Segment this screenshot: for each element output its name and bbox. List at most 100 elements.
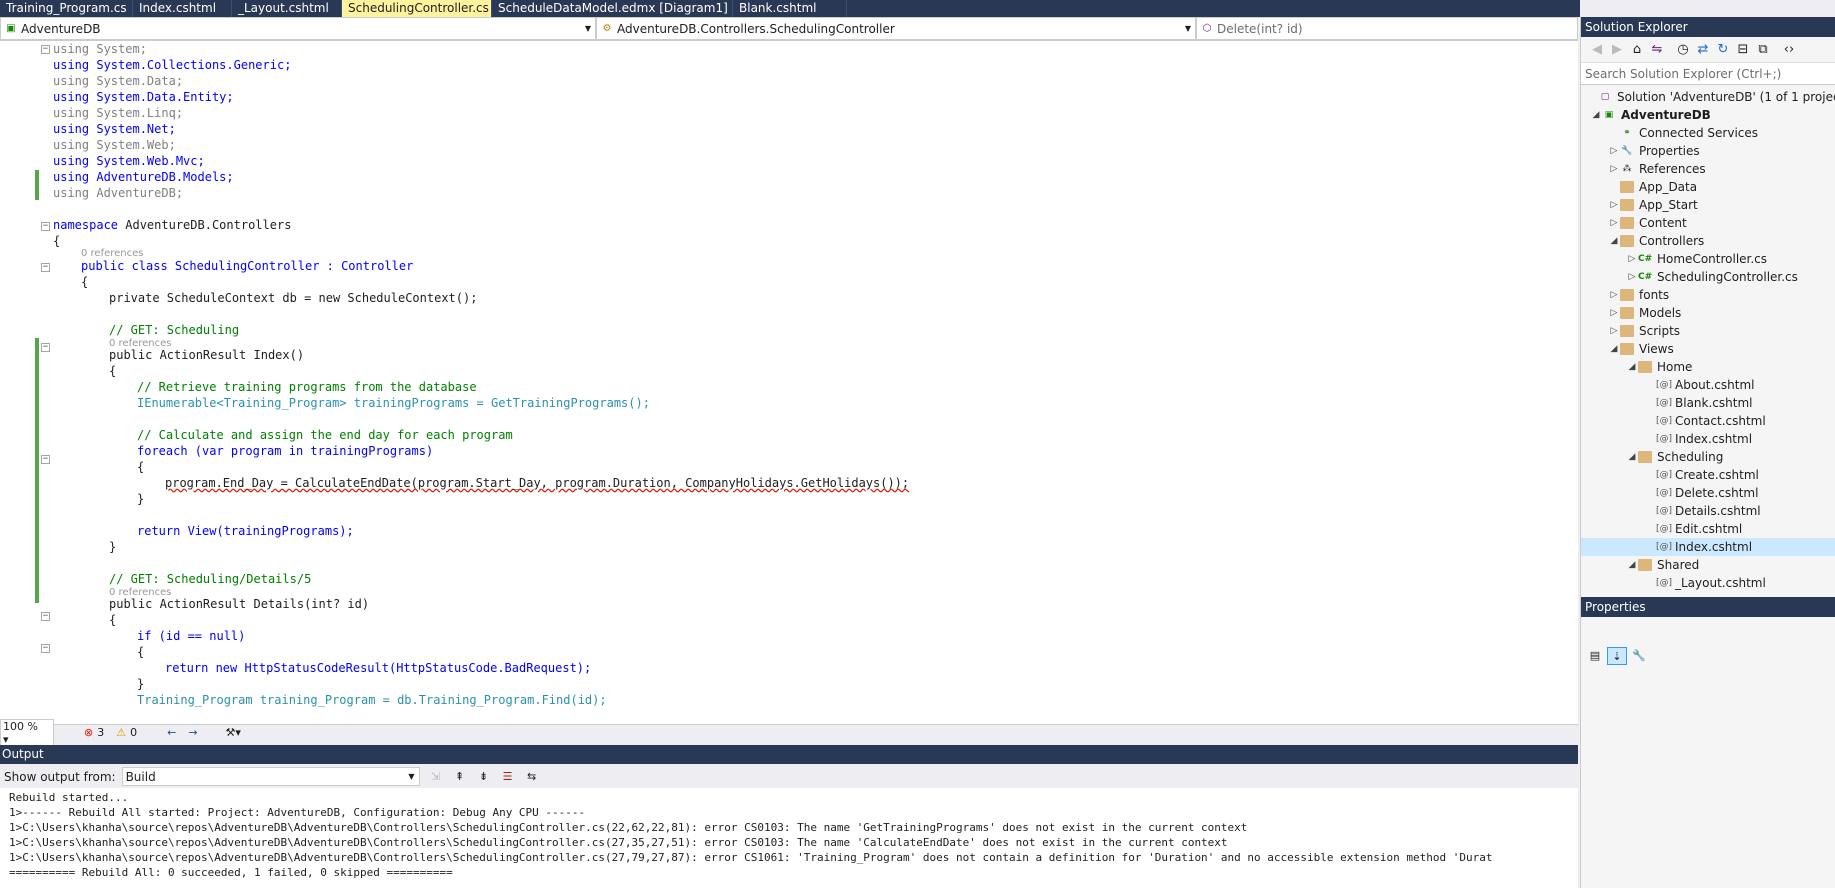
tree-node-layout-cshtml[interactable]: [@] _Layout.cshtml <box>1644 574 1766 592</box>
tree-node-app-data[interactable]: App_Data <box>1608 178 1697 196</box>
tree-node-contact-cshtml[interactable]: [@] Contact.cshtml <box>1644 412 1766 430</box>
code-editor[interactable]: − − − − − − − using System; using System… <box>0 41 1578 724</box>
collapsed-icon[interactable]: ▷ <box>1608 160 1620 178</box>
collapsed-icon[interactable]: ▷ <box>1626 268 1638 286</box>
tree-node-blank-cshtml[interactable]: [@] Blank.cshtml <box>1644 394 1752 412</box>
tree-node-references[interactable]: ▷ ⁂ References <box>1608 160 1706 178</box>
navigation-bar: ▣ AdventureDB ▼ ⚙ AdventureDB.Controller… <box>0 17 1578 41</box>
expanded-icon[interactable]: ◢ <box>1626 358 1638 376</box>
tree-node-delete-cshtml[interactable]: [@] Delete.cshtml <box>1644 484 1758 502</box>
warning-icon[interactable]: ⚠ <box>116 726 126 739</box>
brush-icon[interactable]: ⚒▾ <box>226 726 241 739</box>
expanded-icon[interactable]: ◢ <box>1608 232 1620 250</box>
tree-node-label: HomeController.cs <box>1657 252 1768 266</box>
tree-node-views-home[interactable]: ◢ Home <box>1626 358 1693 376</box>
go-to-location-icon[interactable]: ⇲ <box>428 769 444 785</box>
collapsed-icon[interactable]: ▷ <box>1608 196 1620 214</box>
output-text[interactable]: Rebuild started... 1>------ Rebuild All … <box>0 788 1578 888</box>
switch-views-icon[interactable]: ⇋ <box>1647 42 1667 57</box>
razor-file-icon: [@] <box>1656 398 1673 408</box>
tree-node-create-cshtml[interactable]: [@] Create.cshtml <box>1644 466 1759 484</box>
solution-icon: ▢ <box>1600 92 1610 102</box>
code-line: using System.Web.Mvc; <box>0 153 1578 169</box>
folder-open-icon <box>1638 451 1652 463</box>
tab-blank-cshtml[interactable]: Blank.cshtml <box>733 0 847 17</box>
show-all-files-icon[interactable]: ⧉ <box>1753 42 1773 57</box>
tree-node-home-controller[interactable]: ▷ C# HomeController.cs <box>1626 250 1768 268</box>
tab-label: Index.cshtml <box>139 1 217 15</box>
sync-icon[interactable]: ⇄ <box>1693 42 1713 57</box>
word-wrap-icon[interactable]: ⇆ <box>524 769 540 785</box>
tree-node-fonts[interactable]: ▷ fonts <box>1608 286 1670 304</box>
tree-node-views-shared[interactable]: ◢ Shared <box>1626 556 1700 574</box>
tree-node-models[interactable]: ▷ Models <box>1608 304 1682 322</box>
tree-node-home-index-cshtml[interactable]: [@] Index.cshtml <box>1644 430 1752 448</box>
error-icon[interactable]: ⊗ <box>84 726 93 739</box>
output-line: 1>C:\Users\khanha\source\repos\Adventure… <box>9 851 1493 864</box>
collapsed-icon[interactable]: ▷ <box>1626 250 1638 268</box>
expanded-icon[interactable]: ◢ <box>1626 556 1638 574</box>
collapse-all-icon[interactable]: ⊟ <box>1733 42 1753 57</box>
tree-node-about-cshtml[interactable]: [@] About.cshtml <box>1644 376 1754 394</box>
razor-file-icon: [@] <box>1656 578 1673 588</box>
code-line: { <box>109 613 117 627</box>
class-dropdown[interactable]: ⚙ AdventureDB.Controllers.SchedulingCont… <box>596 17 1196 40</box>
collapsed-icon[interactable]: ▷ <box>1608 142 1620 160</box>
tree-node-solution[interactable]: ▢ Solution 'AdventureDB' (1 of 1 project) <box>1586 88 1835 106</box>
tab-schedule-data-model-edmx[interactable]: ScheduleDataModel.edmx [Diagram1] <box>492 0 733 17</box>
member-dropdown[interactable]: ⬡ Delete(int? id) <box>1196 17 1578 40</box>
references-icon: ⁂ <box>1622 164 1632 174</box>
tree-node-controllers[interactable]: ◢ Controllers <box>1608 232 1705 250</box>
tab-layout-cshtml[interactable]: _Layout.cshtml <box>232 0 342 17</box>
folder-open-icon <box>1638 559 1652 571</box>
tab-scheduling-controller-cs[interactable]: SchedulingController.cs⊸✕ <box>342 0 492 17</box>
expanded-icon[interactable]: ◢ <box>1608 340 1620 358</box>
tree-node-connected-services[interactable]: ⚭ Connected Services <box>1608 124 1758 142</box>
tree-node-views[interactable]: ◢ Views <box>1608 340 1674 358</box>
collapsed-icon[interactable]: ▷ <box>1608 304 1620 322</box>
alphabetical-icon[interactable]: ⇣ <box>1607 647 1627 665</box>
code-line: public ActionResult Index() <box>0 347 1578 363</box>
return-statement: return View(trainingPrograms); <box>137 524 354 538</box>
chevron-down-icon: ▼ <box>1184 24 1191 33</box>
home-icon[interactable]: ⌂ <box>1627 42 1647 57</box>
property-pages-icon[interactable]: 🔧 <box>1629 647 1649 665</box>
tree-node-scheduling-controller[interactable]: ▷ C# SchedulingController.cs <box>1626 268 1798 286</box>
tree-node-app-start[interactable]: ▷ App_Start <box>1608 196 1698 214</box>
chevron-down-icon: ▼ <box>408 772 415 781</box>
clear-all-icon[interactable]: ☰ <box>500 769 516 785</box>
using-statement: using AdventureDB; <box>53 186 184 200</box>
tab-training-program-cs[interactable]: Training_Program.cs <box>0 0 133 17</box>
tree-node-views-scheduling[interactable]: ◢ Scheduling <box>1626 448 1724 466</box>
project-dropdown[interactable]: ▣ AdventureDB ▼ <box>0 17 596 40</box>
tree-node-edit-cshtml[interactable]: [@] Edit.cshtml <box>1644 520 1742 538</box>
tree-node-properties[interactable]: ▷ 🔧 Properties <box>1608 142 1700 160</box>
expanded-icon[interactable]: ◢ <box>1626 448 1638 466</box>
collapsed-icon[interactable]: ▷ <box>1608 214 1620 232</box>
tree-node-scheduling-index-cshtml[interactable]: [@] Index.cshtml <box>1581 538 1835 556</box>
tree-node-details-cshtml[interactable]: [@] Details.cshtml <box>1644 502 1761 520</box>
navigate-back-icon[interactable]: ← <box>167 726 176 739</box>
view-code-icon[interactable]: ‹› <box>1779 42 1799 57</box>
next-message-icon[interactable]: ⇟ <box>476 769 492 785</box>
expanded-icon[interactable]: ◢ <box>1590 106 1602 124</box>
tab-index-cshtml[interactable]: Index.cshtml <box>133 0 232 17</box>
output-source-dropdown[interactable]: Build ▼ <box>121 767 420 786</box>
code-line: } <box>137 677 145 691</box>
zoom-dropdown[interactable]: 100 % ▾ <box>0 718 54 747</box>
collapsed-icon[interactable]: ▷ <box>1608 322 1620 340</box>
navigate-forward-icon[interactable]: → <box>188 726 197 739</box>
using-statement: using System.Linq; <box>53 106 184 120</box>
previous-message-icon[interactable]: ⇞ <box>452 769 468 785</box>
solution-search-input[interactable]: Search Solution Explorer (Ctrl+;) <box>1581 63 1835 85</box>
back-icon[interactable]: ◀ <box>1587 42 1607 57</box>
categorized-icon[interactable]: ▤ <box>1585 647 1605 665</box>
forward-icon[interactable]: ▶ <box>1607 42 1627 57</box>
tree-node-label: Properties <box>1639 144 1700 158</box>
tree-node-project[interactable]: ◢ ▣ AdventureDB <box>1590 106 1711 124</box>
tree-node-content[interactable]: ▷ Content <box>1608 214 1687 232</box>
refresh-icon[interactable]: ↻ <box>1713 42 1733 57</box>
tree-node-scripts[interactable]: ▷ Scripts <box>1608 322 1681 340</box>
history-icon[interactable]: ◷ <box>1673 42 1693 57</box>
collapsed-icon[interactable]: ▷ <box>1608 286 1620 304</box>
